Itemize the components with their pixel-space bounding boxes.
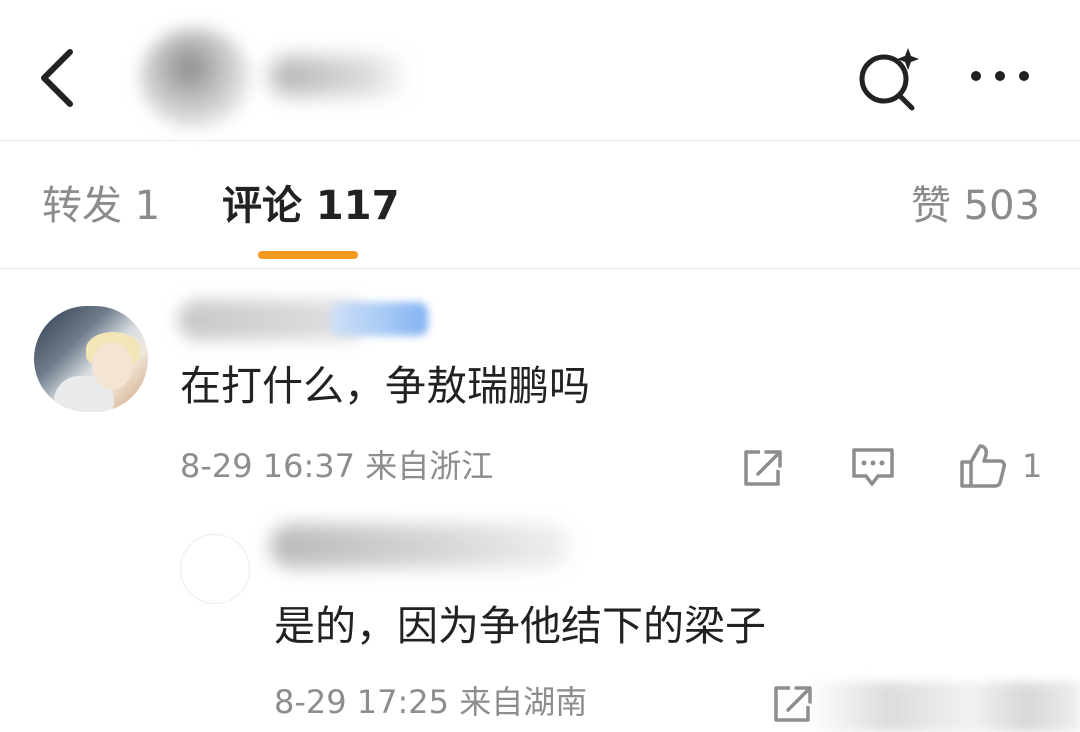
commenter-badge-blurred: [330, 302, 428, 336]
comment-text: 在打什么，争敖瑞鹏吗: [180, 362, 590, 410]
more-button[interactable]: [964, 56, 1036, 96]
back-arrow-icon: [41, 49, 73, 107]
active-tab-indicator: [258, 251, 358, 259]
tab-likes[interactable]: 赞 503: [911, 181, 1040, 231]
search-button[interactable]: [854, 44, 926, 116]
more-dots-icon: [971, 71, 1029, 81]
comment-reply-icon: [852, 448, 894, 486]
search-sparkle-icon: [859, 48, 919, 111]
reply-meta: 8-29 17:25 来自湖南: [274, 683, 588, 721]
like-count: 1: [1022, 447, 1043, 485]
reply-avatar[interactable]: [180, 534, 250, 604]
share-icon: [744, 450, 782, 486]
reply-actions-blurred[interactable]: [808, 682, 1080, 732]
comment-meta: 8-29 16:37 来自浙江: [180, 447, 494, 485]
comment-reply-button[interactable]: [850, 446, 896, 488]
author-avatar[interactable]: [140, 28, 250, 128]
comment-like-button[interactable]: 1: [958, 442, 1048, 490]
thumbs-up-icon: [960, 444, 1006, 488]
comment-share-button[interactable]: [740, 446, 786, 490]
back-button[interactable]: [34, 44, 90, 108]
avatar-face: [92, 342, 132, 390]
tab-repost[interactable]: 转发 1: [42, 181, 160, 231]
reply-text: 是的，因为争他结下的梁子: [274, 602, 766, 650]
commenter-avatar[interactable]: [34, 306, 148, 412]
tab-bar: 转发 1 评论 117 赞 503: [0, 141, 1080, 269]
top-bar: [0, 0, 1080, 141]
tab-comments[interactable]: 评论 117: [222, 181, 399, 231]
author-name-blurred[interactable]: [270, 56, 410, 96]
reply-name-blurred[interactable]: [270, 524, 570, 568]
